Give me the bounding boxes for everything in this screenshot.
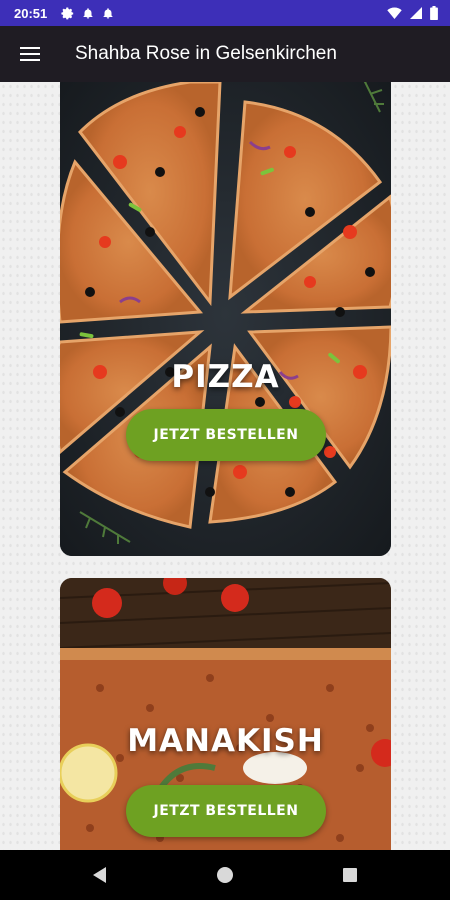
hamburger-menu-icon <box>20 47 40 61</box>
order-button-manakish[interactable]: JETZT BESTELLEN <box>126 785 326 837</box>
gear-icon <box>61 7 74 19</box>
back-button[interactable] <box>70 850 130 900</box>
app-title: Shahba Rose in Gelsenkirchen <box>75 43 337 64</box>
category-card-pizza[interactable]: PIZZA JETZT BESTELLEN <box>60 82 391 556</box>
app-bar: Shahba Rose in Gelsenkirchen <box>0 26 450 82</box>
home-button[interactable] <box>195 850 255 900</box>
category-title-manakish: MANAKISH <box>127 723 324 759</box>
category-list[interactable]: PIZZA JETZT BESTELLEN MANAKISH JETZT BES… <box>0 82 450 850</box>
pizza-image <box>60 82 391 556</box>
cellular-icon <box>410 7 422 19</box>
recents-icon <box>343 868 357 882</box>
status-time: 20:51 <box>14 5 48 21</box>
recents-button[interactable] <box>320 850 380 900</box>
system-navigation-bar <box>0 850 450 900</box>
menu-button[interactable] <box>0 26 60 82</box>
wifi-icon <box>387 7 402 19</box>
category-card-manakish[interactable]: MANAKISH JETZT BESTELLEN <box>60 578 391 850</box>
category-title-pizza: PIZZA <box>171 359 280 395</box>
battery-icon <box>430 6 438 20</box>
status-system-icons <box>387 0 438 26</box>
order-button-pizza[interactable]: JETZT BESTELLEN <box>126 409 326 461</box>
home-icon <box>217 867 233 883</box>
status-notification-icons <box>61 7 114 20</box>
back-icon <box>93 867 106 883</box>
bell-icon <box>83 7 93 18</box>
status-bar: 20:51 <box>0 0 450 26</box>
bell-icon <box>103 7 113 18</box>
